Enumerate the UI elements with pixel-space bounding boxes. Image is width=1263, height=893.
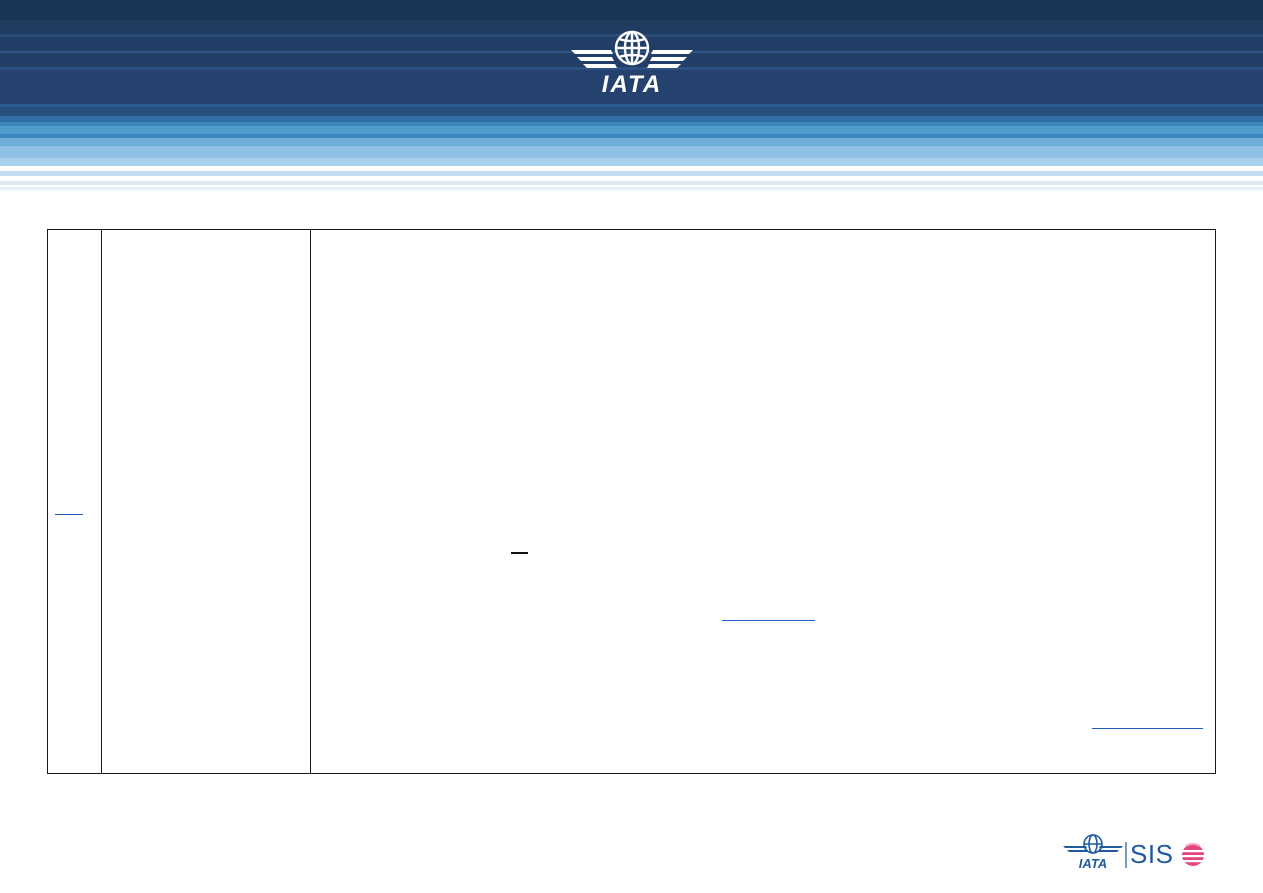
dash-mark (511, 552, 528, 554)
column-divider (310, 230, 311, 773)
hyperlink-underline[interactable] (722, 620, 815, 621)
hyperlink-underline[interactable] (55, 514, 83, 515)
sis-sphere-icon (1181, 843, 1205, 866)
iata-logo-text: IATA (602, 71, 662, 98)
banner-band (0, 158, 1263, 166)
banner-band (0, 187, 1263, 190)
iata-logo: IATA (567, 30, 697, 98)
content-table (47, 229, 1216, 774)
sis-label: SIS (1130, 839, 1174, 869)
banner-band (0, 146, 1263, 158)
hyperlink-underline[interactable] (1092, 728, 1203, 729)
banner-band (0, 107, 1263, 116)
banner-band (0, 138, 1263, 146)
header-banner: IATA (0, 0, 1263, 192)
column-divider (101, 230, 102, 773)
iata-sis-logo: IATA SIS (1062, 834, 1208, 874)
banner-band (0, 0, 1263, 20)
footer-iata-text: IATA (1079, 856, 1107, 871)
banner-band (0, 126, 1263, 134)
